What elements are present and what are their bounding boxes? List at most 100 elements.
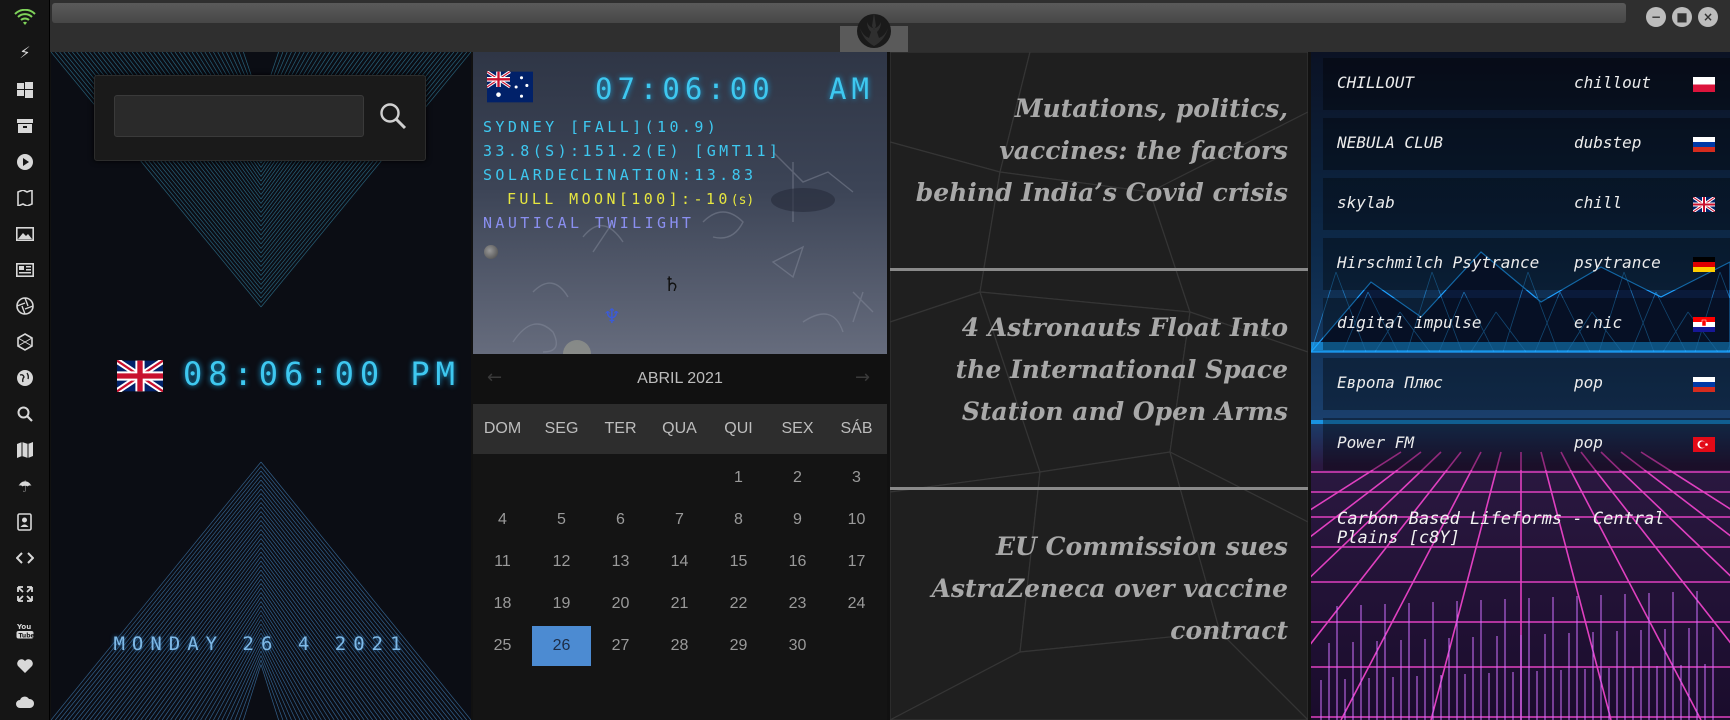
station-genre: dubstep bbox=[1574, 133, 1642, 152]
world-clock-panel: 08:06:00 PM MONDAY 26 4 2021 bbox=[51, 52, 471, 720]
address-bar[interactable] bbox=[52, 3, 1626, 23]
news-headline: Mutations, politics, vaccines: the facto… bbox=[915, 94, 1288, 207]
search-icon[interactable] bbox=[13, 402, 37, 426]
calendar-day[interactable]: 10 bbox=[827, 500, 886, 540]
news-item[interactable]: EU Commission sues AstraZeneca over vacc… bbox=[890, 490, 1308, 706]
maximize-button[interactable]: ■ bbox=[1672, 7, 1692, 27]
moon-phase-text: FULL MOON[100]:-10 bbox=[507, 190, 731, 208]
calendar-day[interactable]: 17 bbox=[827, 542, 886, 582]
windows-icon[interactable] bbox=[13, 78, 37, 102]
play-icon[interactable] bbox=[13, 150, 37, 174]
declination-line: SOLARDECLINATION:13.83 bbox=[483, 166, 757, 184]
youtube-icon[interactable]: You Tube bbox=[13, 618, 37, 642]
rebel-alliance-tab[interactable] bbox=[840, 0, 908, 52]
calendar-day[interactable]: 8 bbox=[709, 500, 768, 540]
radio-station-row[interactable]: Power FM pop bbox=[1323, 418, 1730, 470]
hexagon-icon[interactable] bbox=[13, 330, 37, 354]
aperture-icon[interactable] bbox=[13, 294, 37, 318]
calendar-day[interactable]: 16 bbox=[768, 542, 827, 582]
news-item[interactable]: Mutations, politics, vaccines: the facto… bbox=[890, 52, 1308, 268]
calendar-day[interactable]: 21 bbox=[650, 584, 709, 624]
radio-station-row[interactable]: NEBULA CLUB dubstep bbox=[1323, 118, 1730, 170]
calendar-day[interactable]: 25 bbox=[473, 626, 532, 666]
calendar-day[interactable]: 22 bbox=[709, 584, 768, 624]
calendar-day[interactable]: 27 bbox=[591, 626, 650, 666]
calendar-day[interactable]: 9 bbox=[768, 500, 827, 540]
search-icon[interactable] bbox=[378, 101, 408, 131]
umbrella-icon[interactable]: ☂ bbox=[13, 474, 37, 498]
calendar-header: ← ABRIL 2021 → bbox=[473, 354, 887, 404]
close-button[interactable]: × bbox=[1698, 7, 1718, 27]
calendar-day-selected[interactable]: 26 bbox=[532, 626, 591, 666]
heart-icon[interactable] bbox=[13, 654, 37, 678]
fullscreen-icon[interactable] bbox=[13, 582, 37, 606]
station-genre: psytrance bbox=[1574, 253, 1661, 272]
calendar-day[interactable]: 13 bbox=[591, 542, 650, 582]
news-item[interactable]: 4 Astronauts Float Into the Internationa… bbox=[890, 271, 1308, 487]
code-icon[interactable] bbox=[13, 546, 37, 570]
calendar-day[interactable]: 15 bbox=[709, 542, 768, 582]
calendar-day[interactable]: 4 bbox=[473, 500, 532, 540]
weekday-label: SÁB bbox=[840, 420, 873, 437]
moon-icon bbox=[484, 245, 498, 259]
calendar-day[interactable]: 30 bbox=[768, 626, 827, 666]
globe-icon[interactable] bbox=[13, 366, 37, 390]
calendar-day[interactable]: 1 bbox=[709, 458, 768, 498]
sky-info-panel: 07:06:00 AM SYDNEY [FALL](10.9) 33.8(S):… bbox=[473, 52, 887, 354]
title-bar: − ■ × bbox=[50, 0, 1730, 52]
map-icon[interactable] bbox=[13, 438, 37, 462]
sydney-ampm: AM bbox=[829, 72, 874, 106]
calendar-day[interactable]: 5 bbox=[532, 500, 591, 540]
image-icon[interactable] bbox=[13, 222, 37, 246]
location-line: SYDNEY [FALL](10.9) bbox=[483, 118, 720, 136]
contacts-icon[interactable] bbox=[13, 510, 37, 534]
radio-station-row[interactable]: CHILLOUT chillout bbox=[1323, 58, 1730, 110]
calendar-day[interactable]: 29 bbox=[709, 626, 768, 666]
map-book-icon[interactable] bbox=[13, 186, 37, 210]
minimize-button[interactable]: − bbox=[1646, 7, 1666, 27]
germany-flag-icon bbox=[1693, 257, 1715, 272]
next-month-icon[interactable]: → bbox=[855, 367, 870, 388]
russia-flag-icon bbox=[1693, 377, 1715, 392]
lightning-icon[interactable]: ⚡ bbox=[13, 40, 37, 64]
turkey-flag-icon bbox=[1693, 437, 1715, 452]
search-input[interactable] bbox=[114, 95, 364, 137]
australia-flag-icon bbox=[487, 71, 533, 103]
calendar-day[interactable]: 20 bbox=[591, 584, 650, 624]
uk-flag-icon bbox=[117, 360, 163, 392]
station-name: skylab bbox=[1337, 193, 1395, 212]
russia-flag-icon bbox=[1693, 137, 1715, 152]
calendar-day[interactable]: 2 bbox=[768, 458, 827, 498]
calendar-day[interactable]: 24 bbox=[827, 584, 886, 624]
weekday-label: SEG bbox=[544, 420, 579, 437]
radio-station-row[interactable]: skylab chill bbox=[1323, 178, 1730, 230]
calendar-day[interactable]: 6 bbox=[591, 500, 650, 540]
station-name: Hirschmilch Psytrance bbox=[1337, 253, 1540, 272]
radio-station-row[interactable]: digital impulse e.nic bbox=[1323, 298, 1730, 350]
calendar-day[interactable]: 28 bbox=[650, 626, 709, 666]
archive-icon[interactable] bbox=[13, 114, 37, 138]
calendar-day[interactable]: 11 bbox=[473, 542, 532, 582]
search-box bbox=[94, 75, 426, 161]
calendar-day[interactable]: 18 bbox=[473, 584, 532, 624]
weekday-header: DOM SEG TER QUA QUI SEX SÁB bbox=[473, 404, 887, 454]
calendar-day[interactable]: 12 bbox=[532, 542, 591, 582]
sydney-time: 07:06:00 bbox=[595, 72, 775, 106]
now-playing-title: Carbon Based Lifeforms - Central Plains … bbox=[1337, 509, 1665, 548]
station-name: CHILLOUT bbox=[1337, 73, 1415, 92]
weekday-label: DOM bbox=[483, 420, 522, 437]
calendar-day[interactable]: 7 bbox=[650, 500, 709, 540]
station-name: Европа Плюс bbox=[1337, 373, 1443, 392]
calendar-day[interactable]: 14 bbox=[650, 542, 709, 582]
radio-panel: CHILLOUT chillout NEBULA CLUB dubstep skylab… bbox=[1311, 52, 1730, 720]
radio-station-row[interactable]: Европа Плюс pop bbox=[1323, 358, 1730, 410]
wifi-icon[interactable] bbox=[13, 6, 37, 30]
calendar-day[interactable]: 19 bbox=[532, 584, 591, 624]
weekday-label: SEX bbox=[781, 420, 814, 437]
radio-station-row[interactable]: Hirschmilch Psytrance psytrance bbox=[1323, 238, 1730, 290]
calendar-day[interactable]: 23 bbox=[768, 584, 827, 624]
calendar-day[interactable]: 3 bbox=[827, 458, 886, 498]
station-genre: chill bbox=[1574, 193, 1623, 212]
news-icon[interactable] bbox=[13, 258, 37, 282]
cloud-icon[interactable] bbox=[13, 690, 37, 714]
